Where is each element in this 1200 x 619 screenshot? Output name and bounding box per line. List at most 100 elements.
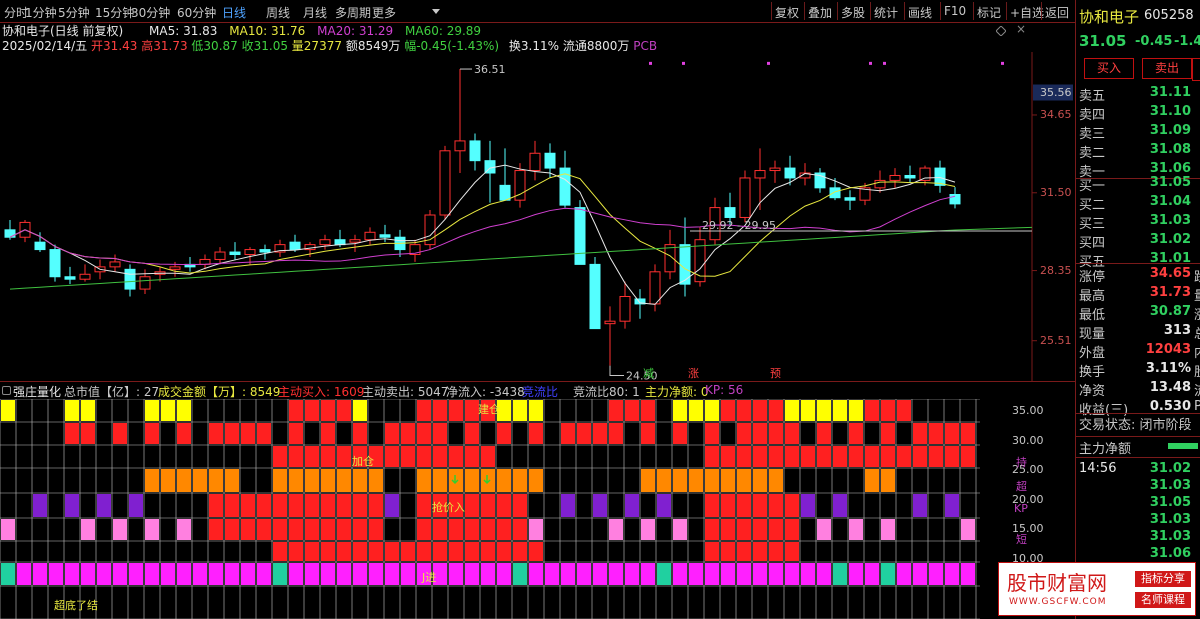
- indicator-cell: [113, 519, 127, 540]
- candle-body: [529, 152, 541, 172]
- toolbar-9-button[interactable]: 月线: [303, 4, 327, 21]
- bid-label: 买二: [1079, 198, 1106, 213]
- indicator-cell: [113, 563, 127, 585]
- bid-price: 31.03: [1149, 213, 1191, 228]
- indicator-cell: [225, 563, 239, 585]
- indicator-cell: [721, 563, 735, 585]
- quote-panel: 协和电子 605258 31.05 -0.45 -1.43 买入 卖出 卖五 31…: [1075, 0, 1200, 619]
- indicator-cell: [705, 563, 719, 585]
- indicator-cell: [481, 563, 495, 585]
- toolbar-right-6-button[interactable]: F10: [944, 4, 966, 18]
- indicator-cell: [481, 469, 495, 492]
- indicator-cell: [353, 542, 367, 561]
- indicator-cell: [145, 469, 159, 492]
- toolbar-7-button[interactable]: 日线: [222, 4, 246, 21]
- ask-price: 31.10: [1149, 104, 1191, 119]
- indicator-cell: [545, 563, 559, 585]
- indicator-cell: [241, 423, 255, 444]
- stat-row: 外盘 12043内: [1079, 341, 1200, 361]
- indicator-cell: [961, 563, 975, 585]
- candle-body: [4, 229, 16, 238]
- stat-value: 313: [1163, 323, 1191, 338]
- indicator-cell: [241, 563, 255, 585]
- indicator-tag: 超底了结: [54, 598, 98, 612]
- sell-button[interactable]: 卖出: [1142, 58, 1192, 79]
- indicator-cell: [33, 563, 47, 585]
- indicator-cell: [961, 519, 975, 540]
- indicator-cell: [113, 423, 127, 444]
- chart-title: 协和电子(日线 前复权): [2, 24, 124, 38]
- toolbar-5-button[interactable]: 30分钟: [131, 4, 170, 21]
- indicator-cell: [641, 423, 655, 444]
- indicator-cell: [529, 563, 543, 585]
- indicator-cell: [753, 519, 767, 540]
- settings-icon[interactable]: [2, 386, 11, 395]
- indicator-tag: 建仓: [478, 402, 500, 416]
- toolbar-3-button[interactable]: 5分钟: [58, 4, 90, 21]
- toolbar-separator: [771, 2, 772, 20]
- indicator-cell: [945, 494, 959, 517]
- toolbar-right-7-button[interactable]: 标记: [977, 4, 1001, 21]
- toolbar-separator: [804, 2, 805, 20]
- toolbar-separator: [1041, 2, 1042, 20]
- indicator-cell: [401, 423, 415, 444]
- ma10-line: [9, 173, 956, 277]
- candle-body: [619, 296, 631, 322]
- stat-row: 最高 31.73量: [1079, 284, 1200, 304]
- indicator-cell: [273, 494, 287, 517]
- indicator-cell: [513, 400, 527, 421]
- indicator-cell: [401, 563, 415, 585]
- buy-button[interactable]: 买入: [1084, 58, 1134, 79]
- indicator-cell: [641, 400, 655, 421]
- indicator-side-label: KP: [1014, 502, 1028, 515]
- indicator-cell: [897, 400, 911, 421]
- indicator-cell: [737, 469, 751, 492]
- close-icon[interactable]: ×: [1016, 22, 1026, 36]
- candlestick-chart[interactable]: 36.5124.5029.92 - 29.95减涨预: [0, 52, 1075, 381]
- indicator-cell: [817, 423, 831, 444]
- indicator-cell: [305, 542, 319, 561]
- indicator-cell: [81, 400, 95, 421]
- toolbar-right-8-button[interactable]: +自选: [1010, 4, 1044, 21]
- toolbar-10-button[interactable]: 多周期: [335, 4, 371, 21]
- indicator-cell: [449, 446, 463, 467]
- chevron-down-icon[interactable]: [432, 9, 440, 14]
- toolbar-2-button[interactable]: 1分钟: [25, 4, 57, 21]
- indicator-cell: [353, 563, 367, 585]
- indicator-item: 主动买入: 1609: [278, 385, 365, 399]
- toolbar-right-9-button[interactable]: 返回: [1045, 4, 1069, 21]
- toolbar-right-5-button[interactable]: 画线: [908, 4, 932, 21]
- indicator-cell: [81, 519, 95, 540]
- ma60-line: [9, 226, 1033, 290]
- indicator-cell: [769, 423, 783, 444]
- toolbar-right-4-button[interactable]: 统计: [874, 4, 898, 21]
- indicator-panel[interactable]: 建仓加仓抢价入 J进超底了结: [0, 399, 980, 619]
- toolbar-6-button[interactable]: 60分钟: [177, 4, 216, 21]
- ma5-label: MA5: 31.83: [149, 24, 218, 38]
- indicator-cell: [209, 469, 223, 492]
- indicator-cell: [721, 494, 735, 517]
- candle-body: [214, 251, 226, 260]
- indicator-cell: [785, 542, 799, 561]
- indicator-cell: [609, 519, 623, 540]
- toolbar-right-2-button[interactable]: 叠加: [808, 4, 832, 21]
- stat-suffix: 量: [1194, 285, 1200, 304]
- toolbar-right-3-button[interactable]: 多股: [841, 4, 865, 21]
- toolbar-4-button[interactable]: 15分钟: [95, 4, 134, 21]
- low-label: 低30.87: [191, 39, 238, 53]
- indicator-cell: [513, 542, 527, 561]
- indicator-cell: [609, 563, 623, 585]
- indicator-cell: [305, 519, 319, 540]
- price-change: -0.45: [1135, 34, 1173, 49]
- toolbar-8-button[interactable]: 周线: [266, 4, 290, 21]
- diamond-icon[interactable]: [995, 25, 1007, 37]
- more-trade-button[interactable]: [1192, 58, 1200, 81]
- tick-price: 31.03: [1149, 512, 1191, 527]
- toolbar-11-button[interactable]: 更多: [372, 4, 396, 21]
- toolbar-right-1-button[interactable]: 复权: [775, 4, 799, 21]
- indicator-cell: [369, 542, 383, 561]
- sector-label: PCB: [633, 39, 658, 53]
- indicator-cell: [577, 563, 591, 585]
- trade-status: 交易状态: 闭市阶段: [1079, 418, 1192, 433]
- indicator-cell: [849, 400, 863, 421]
